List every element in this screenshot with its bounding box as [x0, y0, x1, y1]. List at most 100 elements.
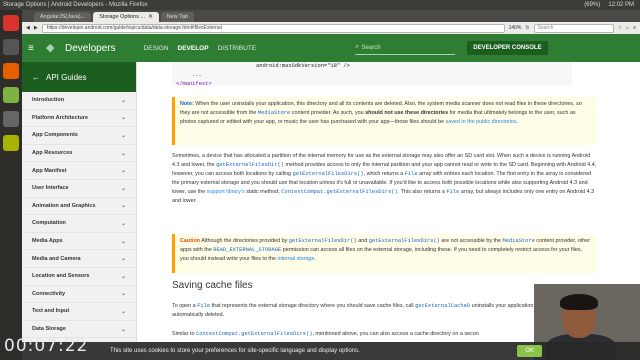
- nav-design[interactable]: DESIGN: [144, 45, 169, 52]
- hamburger-icon[interactable]: ≡: [28, 43, 42, 54]
- android-logo-icon[interactable]: ◆: [46, 41, 60, 55]
- tab-storage-options[interactable]: Storage Options ... ✕: [93, 12, 159, 22]
- code-line: </manifest>: [176, 81, 212, 87]
- sidebar-item[interactable]: App Components ⌄: [22, 127, 136, 145]
- developer-console-button[interactable]: DEVELOPER CONSOLE: [467, 41, 548, 55]
- files-icon[interactable]: [3, 135, 19, 151]
- close-icon[interactable]: ✕: [148, 14, 153, 20]
- forward-icon[interactable]: ▶: [34, 25, 38, 31]
- sidebar-item-label: Platform Architecture: [32, 114, 89, 121]
- sidebar-item-label: Media and Camera: [32, 255, 81, 262]
- sidebar-item[interactable]: User Interface ⌄: [22, 180, 136, 198]
- terminal-icon[interactable]: [3, 39, 19, 55]
- chevron-down-icon[interactable]: ⌄: [121, 220, 126, 227]
- text: To open a: [172, 303, 198, 309]
- code-ref[interactable]: MediaStore: [503, 238, 535, 244]
- code-ref[interactable]: getExternalCacheD: [415, 303, 470, 309]
- browser-search-input[interactable]: Search: [533, 23, 614, 33]
- code-ref[interactable]: ContextCompat.getExternalFilesDirs(): [196, 331, 312, 337]
- chevron-down-icon[interactable]: ⌄: [121, 273, 126, 280]
- sidebar-item[interactable]: Media and Camera ⌄: [22, 250, 136, 268]
- link[interactable]: internal storage: [277, 256, 314, 262]
- sidebar-list: Introduction ⌄ Platform Architecture ⌄ App C…: [22, 92, 136, 339]
- link[interactable]: support library's: [207, 189, 245, 195]
- cookie-text: This site uses cookies to store your pre…: [110, 348, 360, 354]
- firefox-icon[interactable]: [3, 63, 19, 79]
- browser-navbar: ◀ ▶ https://developer.android.com/guide/…: [22, 22, 640, 34]
- text: content provider. As such, you: [290, 110, 366, 116]
- tab-angularjs[interactable]: AngularJS(Java)...: [34, 12, 92, 22]
- home-icon[interactable]: ⌂: [626, 25, 629, 31]
- chevron-down-icon[interactable]: ⌄: [121, 238, 126, 245]
- app-icon[interactable]: [3, 111, 19, 127]
- sidebar-item[interactable]: Location and Sensors ⌄: [22, 268, 136, 286]
- chevron-down-icon[interactable]: ⌄: [121, 290, 126, 297]
- code-ref[interactable]: READ_EXTERNAL_STORAGE: [213, 247, 281, 253]
- brand-title[interactable]: Developers: [65, 43, 116, 54]
- code-ref[interactable]: getExternalFilesDir(): [216, 162, 284, 168]
- back-arrow-icon[interactable]: ←: [32, 73, 40, 82]
- sidebar-item-label: Location and Sensors: [32, 273, 90, 280]
- code-ref[interactable]: getExternalFilesDirs(): [292, 171, 363, 177]
- url-bar[interactable]: https://developer.android.com/guide/topi…: [41, 23, 505, 33]
- code-line: ...: [192, 72, 202, 78]
- text: and: [356, 238, 369, 244]
- sidebar-item[interactable]: Animation and Graphics ⌄: [22, 198, 136, 216]
- menu-icon[interactable]: ≡: [633, 25, 636, 31]
- chevron-down-icon[interactable]: ⌄: [121, 255, 126, 262]
- chevron-down-icon[interactable]: ⌄: [121, 150, 126, 157]
- nav-distribute[interactable]: DISTRIBUTE: [218, 45, 257, 52]
- chevron-down-icon[interactable]: ⌄: [121, 202, 126, 209]
- system-tray[interactable]: (69%) 12:02 PM: [584, 2, 640, 8]
- tab-label: Storage Options ...: [99, 14, 146, 20]
- text: . This also returns a: [397, 189, 447, 195]
- code-ref[interactable]: File: [197, 303, 210, 309]
- ubuntu-icon[interactable]: [3, 15, 19, 31]
- zoom-level[interactable]: 140%: [509, 25, 522, 31]
- note-box: Note: When the user uninstalls your appl…: [172, 97, 597, 145]
- sidebar-item-label: Text and Input: [32, 308, 70, 315]
- sidebar-header[interactable]: ← API Guides: [22, 62, 136, 92]
- sidebar-item[interactable]: Platform Architecture ⌄: [22, 110, 136, 128]
- nav-develop[interactable]: DEVELOP: [178, 45, 209, 52]
- sidebar-item[interactable]: Text and Input ⌄: [22, 303, 136, 321]
- sidebar-item-label: Animation and Graphics: [32, 202, 96, 209]
- code-ref[interactable]: File: [405, 171, 418, 177]
- sidebar-item[interactable]: Introduction ⌄: [22, 92, 136, 110]
- sidebar-item[interactable]: App Manifest ⌄: [22, 162, 136, 180]
- chevron-down-icon[interactable]: ⌄: [121, 114, 126, 121]
- code-ref[interactable]: getExternalFilesDir(): [289, 238, 357, 244]
- caution-label: Caution: [180, 238, 201, 244]
- sidebar: ← API Guides Introduction ⌄ Platform Archi…: [22, 62, 137, 360]
- sidebar-item[interactable]: Computation ⌄: [22, 215, 136, 233]
- link[interactable]: saved in the public directories: [446, 119, 517, 125]
- chevron-down-icon[interactable]: ⌄: [121, 167, 126, 174]
- text: , mentioned above, you can also access a…: [312, 331, 479, 337]
- browser-tabs: AngularJS(Java)... Storage Options ... ✕ …: [22, 10, 640, 22]
- sidebar-item-label: App Components: [32, 132, 78, 139]
- chevron-down-icon[interactable]: ⌄: [121, 185, 126, 192]
- cookie-ok-button[interactable]: OK: [517, 345, 542, 357]
- code-line: android:maxSdkVersion="18" />: [256, 63, 350, 69]
- recording-timer: 00:07:22: [4, 336, 89, 356]
- sidebar-item-label: App Manifest: [32, 167, 67, 174]
- code-ref[interactable]: ContextCompat.getExternalFilesDirs(): [281, 189, 397, 195]
- tab-new-tab[interactable]: New Tab: [160, 12, 195, 22]
- back-icon[interactable]: ◀: [26, 25, 30, 31]
- chevron-down-icon[interactable]: ⌄: [121, 132, 126, 139]
- sidebar-item[interactable]: App Resources ⌄: [22, 145, 136, 163]
- sidebar-item-label: Media Apps: [32, 238, 63, 245]
- reload-icon[interactable]: ↻: [525, 25, 529, 31]
- code-ref[interactable]: getExternalFilesDirs(): [369, 238, 440, 244]
- android-studio-icon[interactable]: [3, 87, 19, 103]
- sidebar-item[interactable]: Connectivity ⌄: [22, 286, 136, 304]
- sidebar-item[interactable]: Media Apps ⌄: [22, 233, 136, 251]
- text: static method,: [244, 189, 282, 195]
- code-ref[interactable]: File: [446, 189, 459, 195]
- chevron-down-icon[interactable]: ⌄: [121, 308, 126, 315]
- code-ref[interactable]: MediaStore: [258, 110, 290, 116]
- site-search-input[interactable]: ⌕ Search: [355, 41, 456, 55]
- bookmark-icon[interactable]: ☆: [618, 25, 622, 31]
- chevron-down-icon[interactable]: ⌄: [121, 97, 126, 104]
- chevron-down-icon[interactable]: ⌄: [121, 326, 126, 333]
